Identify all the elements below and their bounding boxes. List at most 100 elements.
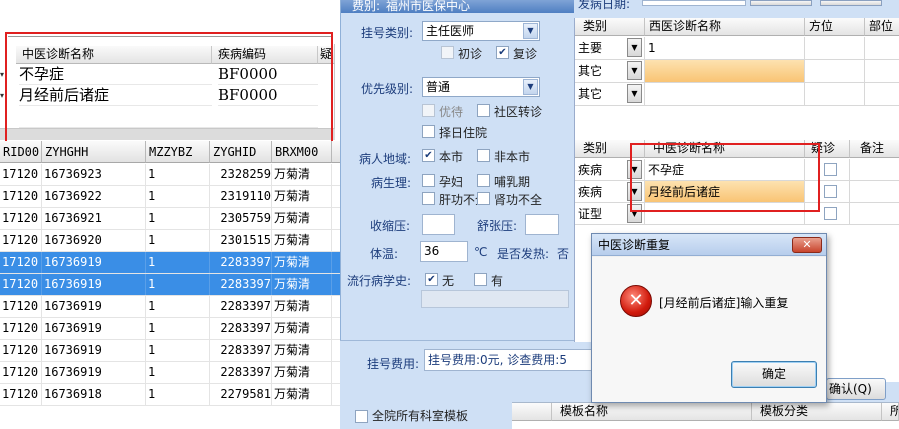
tcm-name-cell[interactable] [645, 203, 805, 225]
table-row[interactable]: 17120 16736921 1 2305759 万菊清 [0, 208, 340, 230]
cell-zyhghh: 16736919 [42, 274, 146, 295]
wd-name-cell[interactable] [645, 83, 805, 106]
cell-more [332, 164, 340, 185]
col-header-more[interactable] [332, 141, 340, 163]
priority-select[interactable]: 普通 ▼ [422, 77, 540, 97]
community-transfer-checkbox[interactable] [477, 104, 490, 117]
col-header-disease-code[interactable]: 疾病编码 [212, 46, 318, 64]
chevron-down-icon[interactable]: ▼ [627, 38, 642, 57]
close-icon[interactable]: ✕ [792, 237, 822, 253]
chevron-down-icon[interactable]: ▼ [627, 84, 642, 103]
table-row[interactable]: 17120 16736919 1 2283397 万菊清 [0, 296, 340, 318]
epi-yes-checkbox[interactable] [474, 273, 487, 286]
wd-col-type[interactable]: 类别 [575, 18, 645, 36]
nonlocal-checkbox[interactable] [477, 149, 490, 162]
wd-type-cell[interactable]: 其它 ▼ [575, 60, 645, 83]
kidney-checkbox[interactable] [477, 192, 490, 205]
wd-side-cell[interactable] [805, 60, 865, 83]
epi-none-checkbox[interactable]: ✔ [425, 273, 438, 286]
table-row[interactable]: 17120 16736919 1 2283397 万菊清 [0, 362, 340, 384]
col-header-zyghid[interactable]: ZYGHID [210, 141, 272, 163]
col-header-brxm[interactable]: BRXM00 [272, 141, 332, 163]
table-row[interactable]: 17120 16736920 1 2301515 万菊清 [0, 230, 340, 252]
tcm-remark-cell[interactable] [850, 159, 899, 181]
tcm-remark-cell[interactable] [850, 181, 899, 203]
search-row-code[interactable]: BF0000 [218, 85, 318, 106]
chevron-down-icon[interactable]: ▼ [627, 204, 642, 223]
select-day-checkbox[interactable] [422, 125, 435, 138]
template-col-more[interactable]: 所 [882, 403, 899, 421]
wd-col-part[interactable]: 部位 [865, 18, 899, 36]
template-col-name[interactable]: 模板名称 [552, 403, 752, 421]
epidemiology-detail-input[interactable] [421, 290, 569, 308]
tcm-name-cell[interactable]: 月经前后诸症 [645, 181, 805, 203]
table-row[interactable]: 17120 16736922 1 2319110 万菊清 [0, 186, 340, 208]
priority-care-checkbox[interactable] [422, 104, 435, 117]
chevron-down-icon[interactable]: ▼ [523, 23, 538, 39]
col-header-mzzybz[interactable]: MZZYBZ [146, 141, 210, 163]
systolic-input[interactable] [422, 214, 455, 235]
wd-type-cell[interactable]: 主要 ▼ [575, 37, 645, 60]
wd-part-cell[interactable] [865, 37, 899, 60]
table-row[interactable]: 17120 16736919 1 2283397 万菊清 [0, 274, 340, 296]
tcm-col-name[interactable]: 中医诊断名称 [645, 140, 805, 158]
horizontal-scrollbar[interactable] [0, 128, 335, 140]
wd-col-side[interactable]: 方位 [805, 18, 865, 36]
wd-side-cell[interactable] [805, 83, 865, 106]
revisit-checkbox[interactable]: ✔ [496, 46, 509, 59]
tcm-type-cell[interactable]: 疾病 ▼ [575, 159, 645, 181]
col-header-zyhghh[interactable]: ZYHGHH [42, 141, 146, 163]
tcm-col-type[interactable]: 类别 [575, 140, 645, 158]
liver-checkbox[interactable] [422, 192, 435, 205]
wd-name-cell[interactable] [645, 60, 805, 83]
wd-name-cell[interactable]: 1 [645, 37, 805, 60]
onset-date-input[interactable] [642, 0, 746, 6]
wd-part-cell[interactable] [865, 83, 899, 106]
reg-type-select[interactable]: 主任医师 ▼ [422, 21, 540, 41]
wd-part-cell[interactable] [865, 60, 899, 83]
tcm-remark-cell[interactable] [850, 203, 899, 225]
search-row-code[interactable]: BF0000 [218, 64, 318, 85]
suspected-checkbox[interactable] [824, 207, 837, 220]
col-header-suspected[interactable]: 疑 [318, 46, 335, 64]
diastolic-input[interactable] [525, 214, 559, 235]
table-row[interactable]: 17120 16736919 1 2283397 万菊清 [0, 318, 340, 340]
chevron-down-icon[interactable]: ▼ [627, 61, 642, 80]
local-checkbox[interactable]: ✔ [422, 149, 435, 162]
search-row-empty[interactable] [19, 107, 318, 128]
table-row[interactable]: 17120 16736919 1 2283397 万菊清 [0, 340, 340, 362]
wd-side-cell[interactable] [805, 37, 865, 60]
tcm-type-value: 疾病 [578, 185, 603, 199]
dialog-body: ✕ [月经前后诸症]输入重复 确定 [592, 257, 826, 402]
tcm-col-suspected[interactable]: 疑诊 [805, 140, 850, 158]
suspected-checkbox[interactable] [824, 163, 837, 176]
table-row[interactable]: 17120 16736918 1 2279581 万菊清 [0, 384, 340, 406]
all-templates-checkbox[interactable] [355, 410, 368, 423]
date-button[interactable] [750, 0, 812, 6]
table-row[interactable]: 17120 16736923 1 2328259 万菊清 [0, 164, 340, 186]
tcm-name-cell[interactable]: 不孕症 [645, 159, 805, 181]
search-row-name[interactable]: 月经前后诸症 [19, 85, 212, 106]
template-col-blank[interactable] [512, 403, 552, 421]
temperature-input[interactable]: 36 [420, 241, 468, 262]
table-row[interactable]: 17120 16736919 1 2283397 万菊清 [0, 252, 340, 274]
chevron-down-icon[interactable]: ▼ [523, 79, 538, 95]
chevron-down-icon[interactable]: ▼ [627, 182, 642, 201]
lactation-checkbox[interactable] [477, 174, 490, 187]
tcm-type-cell[interactable]: 证型 ▼ [575, 203, 645, 225]
col-header-tcm-name[interactable]: 中医诊断名称 [16, 46, 212, 64]
wd-type-cell[interactable]: 其它 ▼ [575, 83, 645, 106]
search-row-name[interactable]: 不孕症 [19, 64, 212, 85]
template-col-type[interactable]: 模板分类 [752, 403, 882, 421]
next-button[interactable] [820, 0, 882, 6]
confirm-button[interactable]: 确认(Q) [826, 378, 886, 400]
wd-col-name[interactable]: 西医诊断名称 [645, 18, 805, 36]
chevron-down-icon[interactable]: ▼ [627, 160, 642, 179]
pregnant-checkbox[interactable] [422, 174, 435, 187]
col-header-rid[interactable]: RID00 [0, 141, 42, 163]
first-visit-checkbox[interactable] [441, 46, 454, 59]
suspected-checkbox[interactable] [824, 185, 837, 198]
tcm-type-cell[interactable]: 疾病 ▼ [575, 181, 645, 203]
ok-button[interactable]: 确定 [731, 361, 817, 388]
tcm-col-remark[interactable]: 备注 [850, 140, 899, 158]
